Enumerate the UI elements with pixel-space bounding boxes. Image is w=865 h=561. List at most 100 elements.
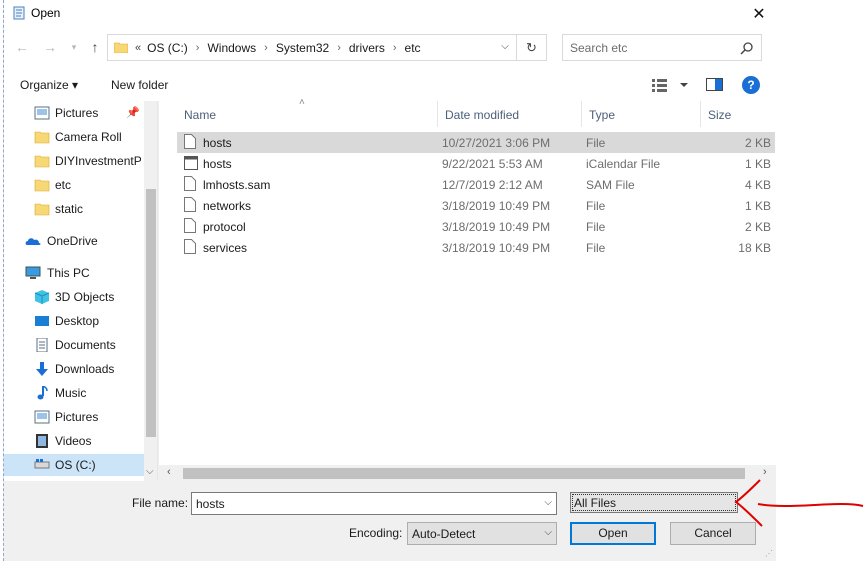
sidebar-item-label: Pictures	[55, 410, 99, 424]
chevron-down-icon[interactable]: ⌵	[544, 497, 552, 508]
chevron-right-icon[interactable]: ›	[393, 42, 397, 54]
address-bar[interactable]: « OS (C:) › Windows › System32 › drivers › e…	[107, 34, 517, 61]
sidebar-item-label: Videos	[55, 434, 92, 448]
resize-grip-icon[interactable]: ⋰	[765, 549, 773, 558]
encoding-value: Auto-Detect	[412, 527, 476, 541]
drive-icon	[34, 459, 50, 469]
sidebar-item-3d-objects[interactable]: 3D Objects	[4, 286, 144, 308]
dialog-footer: File name: hosts ⌵ All Files Encoding: A…	[4, 481, 776, 561]
close-button[interactable]: ✕	[742, 0, 776, 27]
table-row[interactable]: services 3/18/2019 10:49 PM File 18 KB	[177, 237, 775, 258]
horizontal-scrollbar[interactable]: ‹ ›	[159, 465, 776, 481]
file-name-field[interactable]: hosts ⌵	[191, 492, 557, 515]
file-date: 3/18/2019 10:49 PM	[442, 241, 551, 255]
breadcrumb-item[interactable]: etc	[405, 41, 421, 55]
view-options-icon[interactable]	[652, 78, 692, 92]
file-date: 9/22/2021 5:53 AM	[442, 157, 543, 171]
file-name: networks	[203, 199, 252, 213]
sidebar-item-music[interactable]: Music	[4, 382, 144, 404]
folder-icon	[34, 203, 50, 216]
downloads-icon	[36, 362, 48, 376]
sidebar-item-os-c[interactable]: OS (C:)	[4, 454, 144, 476]
scrollbar-thumb[interactable]	[146, 189, 156, 437]
breadcrumb-item[interactable]: OS (C:)	[147, 41, 188, 55]
folder-icon	[34, 179, 50, 192]
sidebar-item-static[interactable]: static	[4, 198, 144, 220]
sidebar-item-videos[interactable]: Videos	[4, 430, 144, 452]
file-date: 3/18/2019 10:49 PM	[442, 220, 551, 234]
pin-icon[interactable]: 📌	[126, 106, 140, 119]
column-header-date[interactable]: Date modified	[438, 101, 582, 127]
column-label: Name	[184, 108, 217, 122]
recent-locations-icon[interactable]: ▾	[66, 39, 82, 55]
scroll-left-icon[interactable]: ‹	[167, 466, 171, 478]
sidebar-item-etc[interactable]: etc	[4, 174, 144, 196]
table-row[interactable]: protocol 3/18/2019 10:49 PM File 2 KB	[177, 216, 775, 237]
file-name: services	[203, 241, 248, 255]
breadcrumb-item[interactable]: drivers	[349, 41, 385, 55]
chevron-down-icon[interactable]: ⌵	[544, 527, 552, 538]
file-icon	[184, 218, 196, 233]
file-name-value: hosts	[196, 497, 225, 511]
sidebar-item-this-pc[interactable]: This PC	[4, 262, 144, 284]
file-name: hosts	[203, 157, 232, 171]
sidebar-item-documents[interactable]: Documents	[4, 334, 144, 356]
preview-pane-icon[interactable]	[706, 78, 723, 91]
overflow-chevron-icon[interactable]: «	[135, 42, 141, 54]
breadcrumb-item[interactable]: Windows	[207, 41, 256, 55]
file-icon	[184, 197, 196, 212]
folder-icon	[114, 42, 128, 53]
sidebar-item-onedrive[interactable]: OneDrive	[4, 230, 144, 252]
file-name: lmhosts.sam	[203, 178, 271, 192]
sidebar-item-downloads[interactable]: Downloads	[4, 358, 144, 380]
sidebar-item-label: Music	[55, 386, 87, 400]
file-size: 2 KB	[744, 220, 771, 234]
table-row[interactable]: hosts 9/22/2021 5:53 AM iCalendar File 1…	[177, 153, 775, 174]
table-row[interactable]: hosts 10/27/2021 3:06 PM File 2 KB	[177, 132, 775, 153]
open-button[interactable]: Open	[570, 522, 656, 545]
column-header-name[interactable]: Name	[177, 101, 438, 127]
title-bar: Open ✕	[4, 0, 776, 27]
sidebar-item-label: Documents	[55, 338, 116, 352]
sidebar-item-label: Downloads	[55, 362, 115, 376]
column-label: Size	[708, 108, 732, 122]
breadcrumb-item[interactable]: System32	[276, 41, 329, 55]
new-folder-button[interactable]: New folder	[111, 78, 168, 92]
file-list: ˄ Name Date modified Type Size hosts 10/…	[159, 97, 776, 481]
file-type: File	[586, 199, 606, 213]
nav-scrollbar[interactable]: ⌵	[144, 101, 157, 481]
filter-value: All Files	[574, 496, 617, 510]
file-icon	[184, 134, 196, 149]
chevron-down-icon[interactable]: ⌵	[498, 40, 512, 54]
file-size: 1 KB	[744, 157, 771, 171]
table-row[interactable]: lmhosts.sam 12/7/2019 2:12 AM SAM File 4…	[177, 174, 775, 195]
file-type-filter[interactable]: All Files	[570, 492, 738, 513]
column-header-type[interactable]: Type	[582, 101, 701, 127]
file-type: SAM File	[586, 178, 635, 192]
scrollbar-thumb[interactable]	[183, 468, 745, 479]
sidebar-item-desktop[interactable]: Desktop	[4, 310, 144, 332]
sidebar-item-pictures-quick[interactable]: Pictures 📌	[4, 102, 144, 124]
column-label: Type	[589, 108, 616, 122]
sidebar-item-diyinvestment[interactable]: DIYInvestmentPr	[4, 150, 144, 172]
scroll-down-icon[interactable]: ⌵	[146, 466, 154, 477]
refresh-button[interactable]: ↻	[517, 34, 547, 61]
chevron-right-icon[interactable]: ›	[196, 42, 200, 54]
chevron-right-icon[interactable]: ›	[337, 42, 341, 54]
forward-icon[interactable]: →	[42, 39, 58, 55]
sidebar-item-camera-roll[interactable]: Camera Roll	[4, 126, 144, 148]
column-header-size[interactable]: Size	[701, 101, 776, 127]
table-row[interactable]: networks 3/18/2019 10:49 PM File 1 KB	[177, 195, 775, 216]
close-icon: ✕	[752, 5, 766, 23]
encoding-select[interactable]: Auto-Detect ⌵	[407, 522, 557, 545]
up-icon[interactable]: ↑	[87, 39, 103, 55]
file-date: 3/18/2019 10:49 PM	[442, 199, 551, 213]
sidebar-item-pictures[interactable]: Pictures	[4, 406, 144, 428]
back-icon[interactable]: ←	[14, 39, 30, 55]
window-title: Open	[31, 6, 61, 20]
chevron-right-icon[interactable]: ›	[264, 42, 268, 54]
organize-button[interactable]: Organize ▾	[20, 78, 78, 92]
help-icon[interactable]: ?	[742, 76, 760, 94]
search-input[interactable]: Search etc	[562, 34, 762, 61]
sidebar-item-label: static	[55, 202, 84, 216]
